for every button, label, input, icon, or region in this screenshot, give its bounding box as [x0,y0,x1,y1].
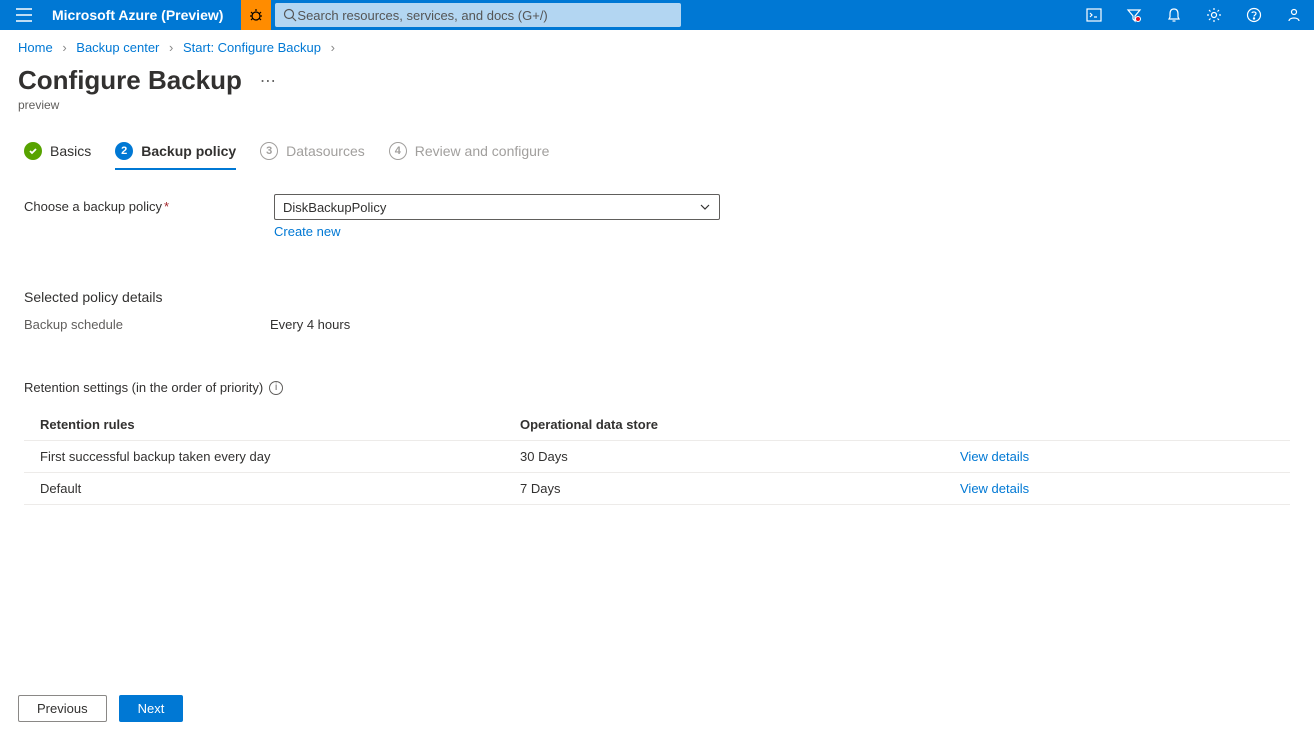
global-search[interactable] [275,3,680,27]
required-indicator: * [164,199,169,214]
gear-icon [1206,7,1222,23]
policy-dropdown[interactable]: DiskBackupPolicy [274,194,720,220]
next-button[interactable]: Next [119,695,184,722]
form-area: Choose a backup policy* DiskBackupPolicy… [0,194,1314,505]
help-button[interactable] [1234,0,1274,30]
tab-backup-policy[interactable]: 2 Backup policy [115,136,236,170]
bug-icon [248,7,264,23]
policy-row: Choose a backup policy* DiskBackupPolicy… [24,194,1290,239]
debug-badge[interactable] [241,0,271,30]
chevron-right-icon: › [56,40,72,55]
person-feedback-icon [1286,7,1302,23]
step-number-icon: 4 [389,142,407,160]
tab-label: Review and configure [415,143,550,159]
create-new-link[interactable]: Create new [274,224,720,239]
table-row: Default 7 Days View details [24,473,1290,505]
tab-label: Basics [50,143,91,159]
cloud-shell-button[interactable] [1074,0,1114,30]
search-icon [283,8,297,22]
top-navbar: Microsoft Azure (Preview) [0,0,1314,30]
tab-basics[interactable]: Basics [24,136,91,170]
breadcrumb: Home › Backup center › Start: Configure … [0,30,1314,61]
more-actions-button[interactable]: ⋯ [260,71,276,91]
top-icon-bar [1074,0,1314,30]
breadcrumb-start-configure[interactable]: Start: Configure Backup [183,40,321,55]
check-icon [24,142,42,160]
chevron-right-icon: › [325,40,341,55]
schedule-label: Backup schedule [24,317,270,332]
table-row: First successful backup taken every day … [24,441,1290,473]
page-subtitle: preview [0,98,1314,136]
view-details-link[interactable]: View details [960,449,1029,464]
schedule-row: Backup schedule Every 4 hours [24,317,1290,332]
bell-icon [1166,7,1182,23]
cell-store: 30 Days [520,449,960,464]
title-row: Configure Backup ⋯ [0,61,1314,98]
tab-label: Backup policy [141,143,236,159]
hamburger-icon [16,8,32,22]
cell-store: 7 Days [520,481,960,496]
col-header-store: Operational data store [520,417,960,432]
schedule-value: Every 4 hours [270,317,350,332]
tab-datasources: 3 Datasources [260,136,365,170]
dropdown-value: DiskBackupPolicy [283,200,386,215]
chevron-right-icon: › [163,40,179,55]
step-number-icon: 2 [115,142,133,160]
retention-table: Retention rules Operational data store F… [24,409,1290,505]
breadcrumb-home[interactable]: Home [18,40,53,55]
tab-review: 4 Review and configure [389,136,550,170]
view-details-link[interactable]: View details [960,481,1029,496]
search-input[interactable] [297,8,672,23]
chevron-down-icon [699,201,711,213]
cloud-shell-icon [1086,7,1102,23]
step-number-icon: 3 [260,142,278,160]
page-title: Configure Backup [18,65,242,96]
hamburger-menu[interactable] [0,0,48,30]
retention-heading: Retention settings (in the order of prio… [24,380,1290,395]
feedback-button[interactable] [1274,0,1314,30]
wizard-footer: Previous Next [18,695,183,722]
notifications-button[interactable] [1154,0,1194,30]
cell-rule: Default [40,481,520,496]
policy-label: Choose a backup policy* [24,194,274,214]
breadcrumb-backup-center[interactable]: Backup center [76,40,159,55]
info-icon[interactable]: i [269,381,283,395]
tab-label: Datasources [286,143,365,159]
selected-policy-heading: Selected policy details [24,289,1290,305]
previous-button[interactable]: Previous [18,695,107,722]
wizard-tabs: Basics 2 Backup policy 3 Datasources 4 R… [0,136,1314,170]
table-header: Retention rules Operational data store [24,409,1290,441]
col-header-rules: Retention rules [40,417,520,432]
directory-filter-button[interactable] [1114,0,1154,30]
brand-link[interactable]: Microsoft Azure (Preview) [48,7,241,23]
settings-button[interactable] [1194,0,1234,30]
cell-rule: First successful backup taken every day [40,449,520,464]
help-icon [1246,7,1262,23]
filter-icon [1126,7,1142,23]
